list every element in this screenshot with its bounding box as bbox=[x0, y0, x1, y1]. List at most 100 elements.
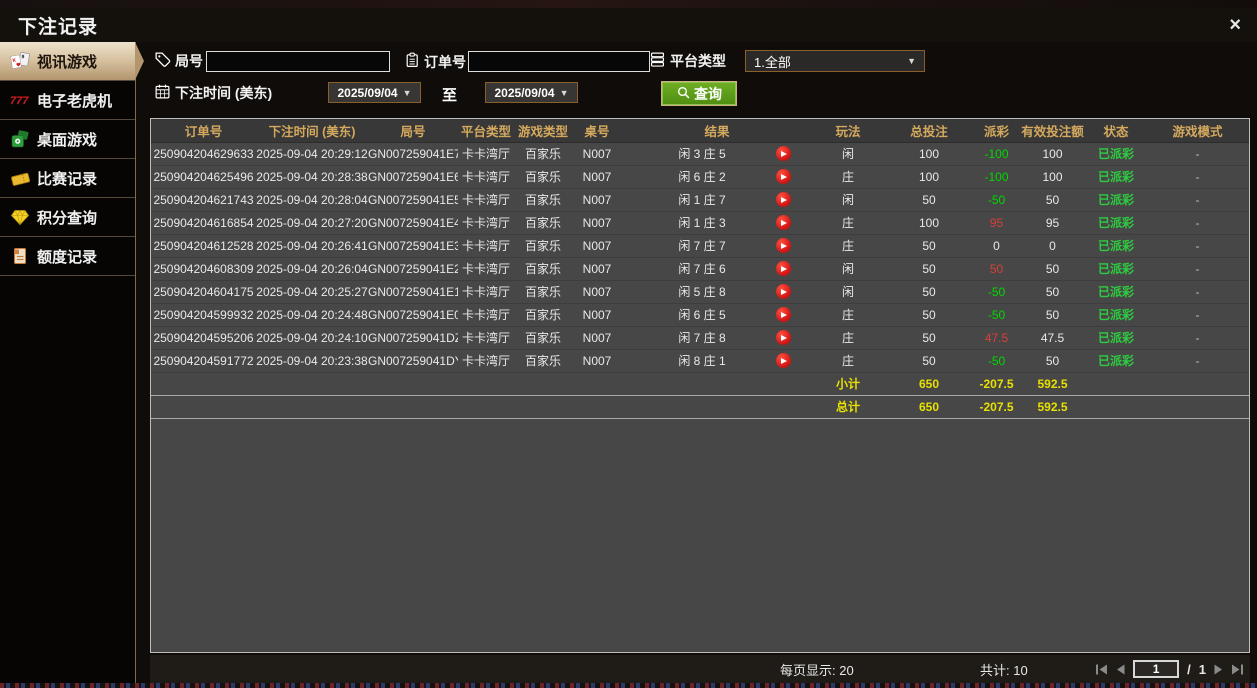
cell-order-no: 250904204599932 bbox=[151, 303, 256, 326]
cell-result: 闲 1 庄 3 bbox=[622, 211, 812, 234]
cell-table-no: N007 bbox=[572, 303, 622, 326]
cell-valid-bet: 100 bbox=[1019, 165, 1086, 188]
table-row: 2509042046217432025-09-04 20:28:04GN0072… bbox=[151, 188, 1249, 211]
col-platform-type: 平台类型 bbox=[458, 119, 514, 142]
cell-table-no: N007 bbox=[572, 326, 622, 349]
main-panel: 局号 订单号 平台类型 1.全部 ▼ bbox=[136, 42, 1257, 683]
cell-status: 已派彩 bbox=[1086, 349, 1146, 372]
cell-platform-type: 卡卡湾厅 bbox=[458, 257, 514, 280]
sidebar-item-label: 额度记录 bbox=[37, 246, 97, 267]
cell-total-bet: 100 bbox=[884, 211, 974, 234]
replay-video-icon[interactable] bbox=[776, 169, 791, 184]
cell-table-no: N007 bbox=[572, 234, 622, 257]
bet-records-dialog: 下注记录 × 9 K 视讯游戏 777 电子老虎机 bbox=[0, 8, 1257, 683]
grand-total-valid-bet: 592.5 bbox=[1019, 395, 1086, 418]
order-no-input[interactable] bbox=[468, 51, 650, 72]
replay-video-icon[interactable] bbox=[776, 238, 791, 253]
cell-round-no: GN007259041E5 bbox=[368, 188, 458, 211]
sidebar-item-table-games[interactable]: 桌面游戏 bbox=[0, 120, 135, 159]
sidebar-item-match-records[interactable]: 比赛记录 bbox=[0, 159, 135, 198]
replay-video-icon[interactable] bbox=[776, 307, 791, 322]
replay-video-icon[interactable] bbox=[776, 146, 791, 161]
playing-cards-icon: 9 K bbox=[8, 51, 32, 71]
prev-page-icon[interactable] bbox=[1116, 664, 1125, 675]
replay-video-icon[interactable] bbox=[776, 353, 791, 368]
subtotal-row: 小计 650 -207.5 592.5 bbox=[151, 372, 1249, 395]
cell-total-bet: 100 bbox=[884, 165, 974, 188]
replay-video-icon[interactable] bbox=[776, 330, 791, 345]
cell-table-no: N007 bbox=[572, 349, 622, 372]
sidebar-item-slots[interactable]: 777 电子老虎机 bbox=[0, 81, 135, 120]
col-total-bet: 总投注 bbox=[884, 119, 974, 142]
result-text: 闲 8 庄 1 bbox=[622, 352, 754, 369]
cell-status: 已派彩 bbox=[1086, 165, 1146, 188]
cell-round-no: GN007259041E3 bbox=[368, 234, 458, 257]
sidebar-item-quota-records[interactable]: 额度记录 bbox=[0, 237, 135, 276]
cell-valid-bet: 50 bbox=[1019, 303, 1086, 326]
cell-order-no: 250904204608309 bbox=[151, 257, 256, 280]
result-text: 闲 3 庄 5 bbox=[622, 145, 754, 162]
round-no-input[interactable] bbox=[206, 51, 390, 72]
sidebar-item-label: 积分查询 bbox=[37, 207, 97, 228]
page-number-input[interactable]: 1 bbox=[1133, 660, 1179, 678]
cell-result: 闲 6 庄 2 bbox=[622, 165, 812, 188]
date-from-picker[interactable]: 2025/09/04 ▼ bbox=[328, 82, 421, 103]
calendar-icon bbox=[154, 83, 171, 103]
cell-total-bet: 50 bbox=[884, 303, 974, 326]
sidebar-item-points-inquiry[interactable]: 积分查询 bbox=[0, 198, 135, 237]
bet-time-label: 下注时间 (美东) bbox=[175, 83, 272, 103]
subtotal-payout: -207.5 bbox=[974, 372, 1019, 395]
grand-total-total-bet: 650 bbox=[884, 395, 974, 418]
cell-game-type: 百家乐 bbox=[514, 188, 572, 211]
cell-table-no: N007 bbox=[572, 280, 622, 303]
platform-type-select[interactable]: 1.全部 ▼ bbox=[745, 50, 925, 72]
last-page-icon[interactable] bbox=[1231, 664, 1244, 675]
col-round-no: 局号 bbox=[368, 119, 458, 142]
replay-video-icon[interactable] bbox=[776, 284, 791, 299]
cell-result: 闲 7 庄 7 bbox=[622, 234, 812, 257]
round-no-label-group: 局号 bbox=[154, 51, 203, 71]
cell-status: 已派彩 bbox=[1086, 326, 1146, 349]
cell-bet-time: 2025-09-04 20:26:41 bbox=[256, 234, 368, 257]
cell-game-type: 百家乐 bbox=[514, 257, 572, 280]
cell-valid-bet: 50 bbox=[1019, 257, 1086, 280]
cell-result: 闲 7 庄 6 bbox=[622, 257, 812, 280]
replay-video-icon[interactable] bbox=[776, 261, 791, 276]
close-icon[interactable]: × bbox=[1229, 15, 1241, 35]
cell-status: 已派彩 bbox=[1086, 211, 1146, 234]
col-payout: 派彩 bbox=[974, 119, 1019, 142]
result-text: 闲 6 庄 2 bbox=[622, 168, 754, 185]
cell-total-bet: 50 bbox=[884, 349, 974, 372]
cell-order-no: 250904204604175 bbox=[151, 280, 256, 303]
date-to-picker[interactable]: 2025/09/04 ▼ bbox=[485, 82, 578, 103]
cell-game-type: 百家乐 bbox=[514, 234, 572, 257]
cell-result: 闲 3 庄 5 bbox=[622, 142, 812, 165]
cell-table-no: N007 bbox=[572, 257, 622, 280]
cell-play: 庄 bbox=[812, 211, 884, 234]
cell-table-no: N007 bbox=[572, 165, 622, 188]
replay-video-icon[interactable] bbox=[776, 215, 791, 230]
search-icon bbox=[676, 85, 691, 103]
result-text: 闲 1 庄 7 bbox=[622, 191, 754, 208]
slot-777-icon: 777 bbox=[8, 90, 32, 110]
subtotal-total-bet: 650 bbox=[884, 372, 974, 395]
cell-game-mode: - bbox=[1146, 188, 1249, 211]
grand-total-row: 总计 650 -207.5 592.5 bbox=[151, 395, 1249, 418]
background-bead-road-strip bbox=[0, 683, 1257, 688]
cell-game-type: 百家乐 bbox=[514, 349, 572, 372]
next-page-icon[interactable] bbox=[1214, 664, 1223, 675]
sidebar-item-live-games[interactable]: 9 K 视讯游戏 bbox=[0, 42, 135, 81]
cell-game-mode: - bbox=[1146, 349, 1249, 372]
first-page-icon[interactable] bbox=[1095, 664, 1108, 675]
cell-valid-bet: 100 bbox=[1019, 142, 1086, 165]
cell-platform-type: 卡卡湾厅 bbox=[458, 349, 514, 372]
cell-order-no: 250904204625496 bbox=[151, 165, 256, 188]
result-text: 闲 6 庄 5 bbox=[622, 306, 754, 323]
cell-game-mode: - bbox=[1146, 303, 1249, 326]
cell-play: 庄 bbox=[812, 349, 884, 372]
query-button[interactable]: 查询 bbox=[661, 81, 737, 106]
replay-video-icon[interactable] bbox=[776, 192, 791, 207]
cell-status: 已派彩 bbox=[1086, 234, 1146, 257]
sidebar-item-label: 桌面游戏 bbox=[37, 129, 97, 150]
page-divider: / bbox=[1187, 662, 1191, 677]
